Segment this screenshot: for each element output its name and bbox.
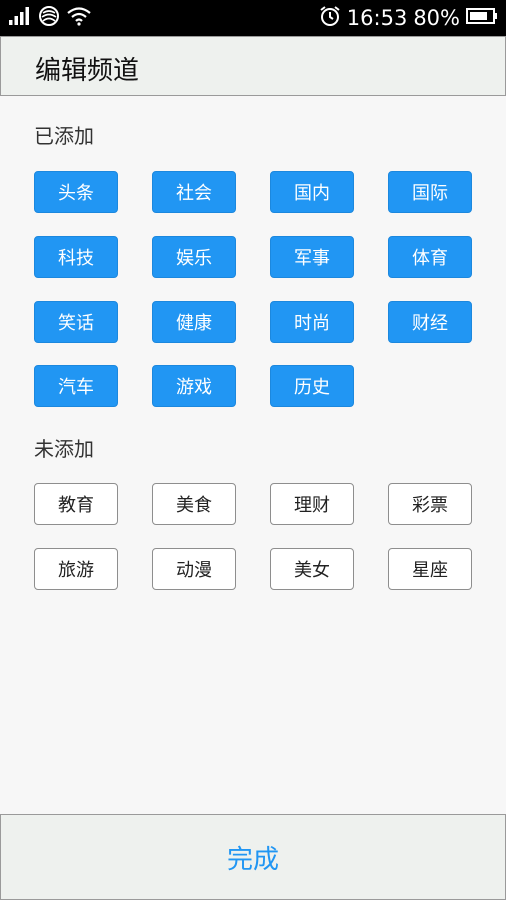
- unadded-channel-chip[interactable]: 美食: [152, 483, 236, 525]
- added-channel-chip[interactable]: 体育: [388, 236, 472, 278]
- added-channel-chip[interactable]: 国际: [388, 171, 472, 213]
- added-channel-chip[interactable]: 财经: [388, 301, 472, 343]
- unadded-channel-chip[interactable]: 彩票: [388, 483, 472, 525]
- header: 编辑频道: [0, 36, 506, 96]
- added-channel-chip[interactable]: 国内: [270, 171, 354, 213]
- status-bar: 16:53 80%: [0, 0, 506, 36]
- page-title: 编辑频道: [35, 56, 140, 86]
- added-channel-chip[interactable]: 汽车: [34, 365, 118, 407]
- added-channel-chip[interactable]: 游戏: [152, 365, 236, 407]
- added-channel-chip[interactable]: 科技: [34, 236, 118, 278]
- added-channel-chip[interactable]: 社会: [152, 171, 236, 213]
- unadded-section-label: 未添加: [34, 437, 94, 461]
- unadded-channel-chip[interactable]: 星座: [388, 548, 472, 590]
- added-channel-chip[interactable]: 健康: [152, 301, 236, 343]
- unadded-channel-chip[interactable]: 美女: [270, 548, 354, 590]
- alarm-icon: [319, 5, 341, 31]
- added-channel-chip[interactable]: 笑话: [34, 301, 118, 343]
- added-channel-chip[interactable]: 时尚: [270, 301, 354, 343]
- wifi-icon: [66, 6, 92, 30]
- done-button[interactable]: 完成: [1, 815, 505, 899]
- added-channel-chip[interactable]: 军事: [270, 236, 354, 278]
- battery-icon: [466, 7, 498, 29]
- status-time: 16:53: [346, 6, 408, 30]
- added-section-label: 已添加: [34, 124, 94, 148]
- unadded-channel-chip[interactable]: 动漫: [152, 548, 236, 590]
- added-channel-chip[interactable]: 娱乐: [152, 236, 236, 278]
- footer: 完成: [0, 814, 506, 900]
- unadded-channel-chip[interactable]: 旅游: [34, 548, 118, 590]
- added-channel-chip[interactable]: 头条: [34, 171, 118, 213]
- unadded-channel-chip[interactable]: 教育: [34, 483, 118, 525]
- status-right: 16:53 80%: [319, 0, 498, 36]
- battery-percent: 80%: [413, 6, 460, 30]
- network-icon: [38, 5, 60, 31]
- status-left: [8, 0, 92, 36]
- signal-icon: [8, 6, 32, 30]
- added-channel-chip[interactable]: 历史: [270, 365, 354, 407]
- unadded-channel-chip[interactable]: 理财: [270, 483, 354, 525]
